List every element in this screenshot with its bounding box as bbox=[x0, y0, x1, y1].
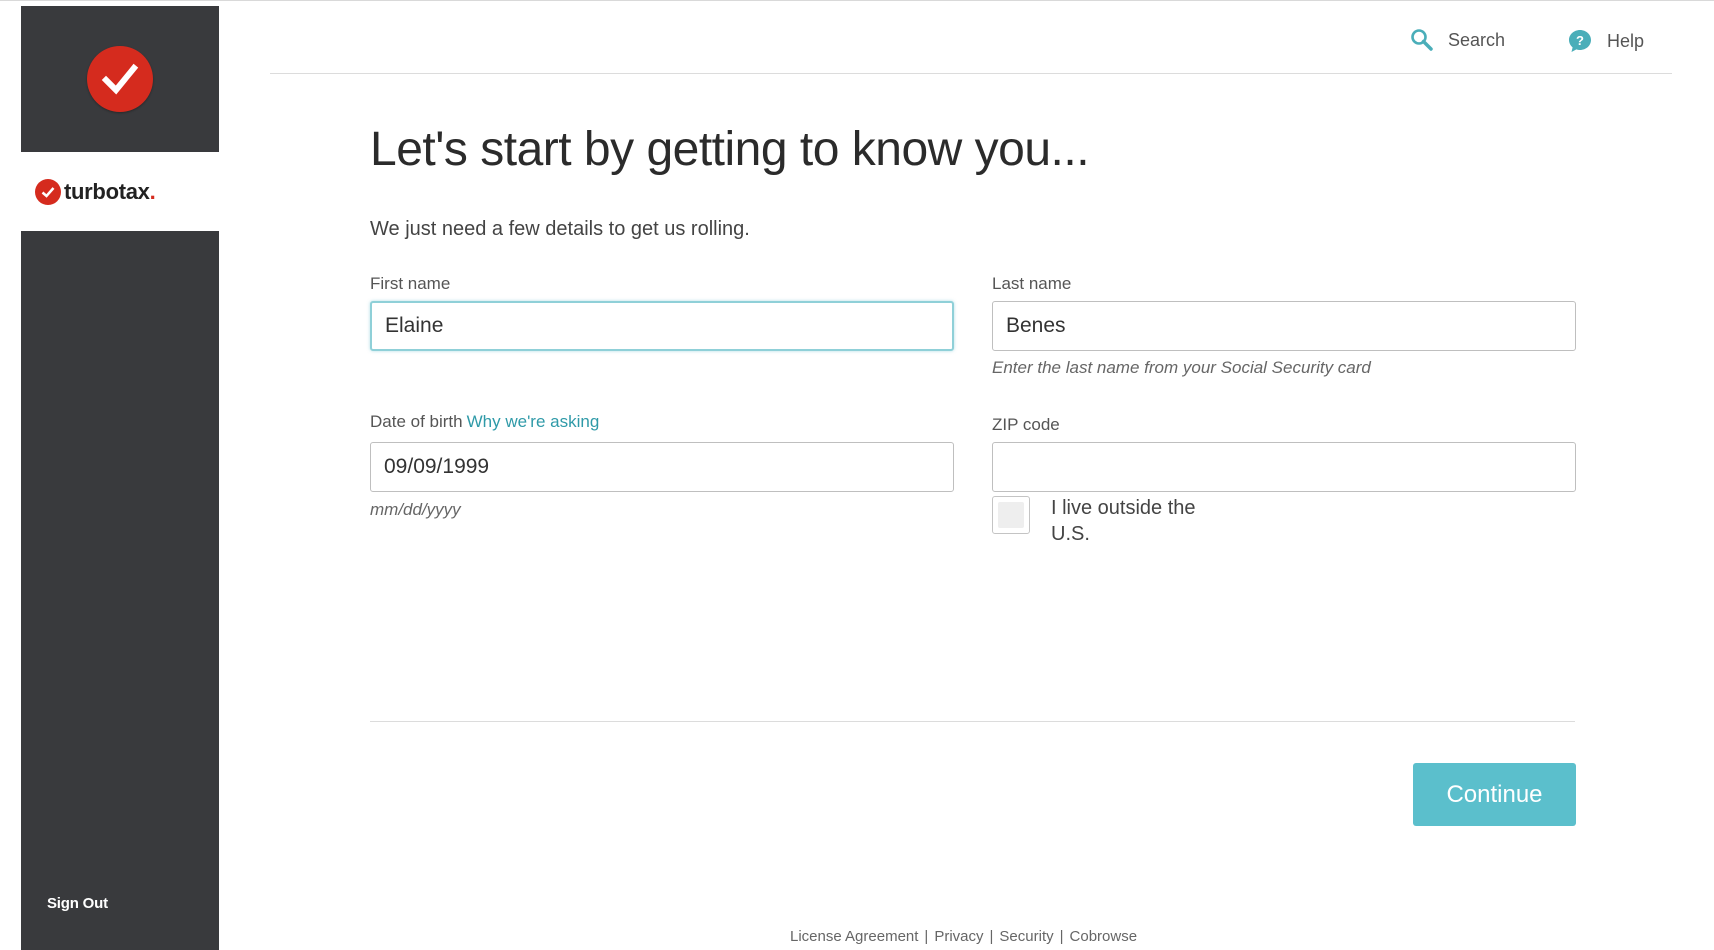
license-agreement-link[interactable]: License Agreement bbox=[790, 928, 918, 945]
main-content: Let's start by getting to know you... We… bbox=[370, 74, 1576, 950]
security-link[interactable]: Security bbox=[999, 928, 1053, 945]
brand-logo: turbotax. bbox=[21, 152, 219, 231]
brand-name: turbotax. bbox=[64, 178, 156, 204]
page-title: Let's start by getting to know you... bbox=[370, 123, 1090, 176]
content-divider bbox=[370, 721, 1575, 722]
dob-format-hint: mm/dd/yyyy bbox=[370, 500, 461, 519]
last-name-input[interactable] bbox=[992, 301, 1576, 351]
outside-us-label[interactable]: I live outside the U.S. bbox=[1051, 495, 1231, 547]
privacy-link[interactable]: Privacy bbox=[934, 928, 983, 945]
outside-us-checkbox[interactable] bbox=[992, 496, 1030, 534]
help-icon: ? bbox=[1567, 28, 1593, 54]
zip-label: ZIP code bbox=[992, 415, 1060, 434]
logo-block bbox=[21, 6, 219, 152]
search-icon bbox=[1410, 28, 1434, 52]
dob-label: Date of birth bbox=[370, 412, 463, 431]
first-name-input[interactable] bbox=[370, 301, 954, 351]
help-label: Help bbox=[1607, 30, 1645, 51]
outside-us-label-line2: U.S. bbox=[1051, 523, 1090, 545]
search-label: Search bbox=[1448, 29, 1506, 50]
footer-separator: | bbox=[1059, 928, 1064, 945]
checkbox-fill bbox=[998, 502, 1024, 528]
first-name-label: First name bbox=[370, 274, 451, 293]
brand-check-icon bbox=[35, 178, 61, 205]
page-subtitle: We just need a few details to get us rol… bbox=[370, 218, 750, 240]
help-link[interactable]: ? Help bbox=[1567, 28, 1644, 54]
footer-separator: | bbox=[989, 928, 994, 945]
outside-us-label-line1: I live outside the bbox=[1051, 497, 1196, 519]
zip-input[interactable] bbox=[992, 442, 1576, 492]
dob-label-row: Date of birth Why we're asking bbox=[370, 412, 599, 432]
svg-text:?: ? bbox=[1576, 33, 1584, 48]
last-name-hint: Enter the last name from your Social Sec… bbox=[992, 358, 1371, 377]
last-name-label: Last name bbox=[992, 274, 1072, 293]
dob-input[interactable] bbox=[370, 442, 954, 492]
why-asking-link[interactable]: Why we're asking bbox=[467, 412, 600, 431]
footer: License Agreement | Privacy | Security |… bbox=[790, 928, 1137, 945]
checkmark-circle-icon[interactable] bbox=[87, 46, 153, 112]
continue-button[interactable]: Continue bbox=[1413, 763, 1576, 826]
footer-separator: | bbox=[924, 928, 929, 945]
sidebar: turbotax. Sign Out bbox=[21, 6, 219, 950]
search-link[interactable]: Search bbox=[1410, 28, 1505, 52]
header: Search ? Help bbox=[270, 6, 1672, 74]
cobrowse-link[interactable]: Cobrowse bbox=[1070, 928, 1138, 945]
sign-out-link[interactable]: Sign Out bbox=[47, 895, 108, 912]
